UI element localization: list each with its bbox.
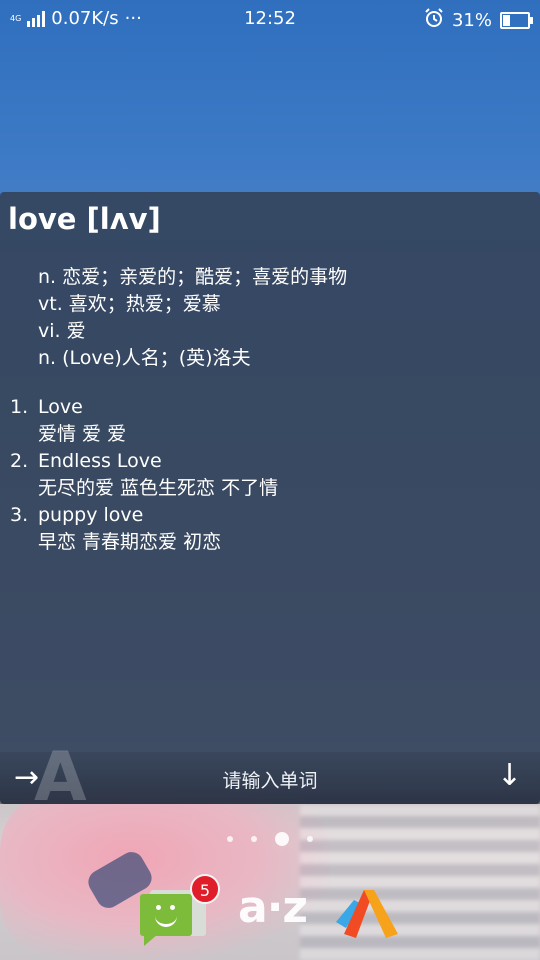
definition-item: n. 恋爱；亲爱的；酷爱；喜爱的事物	[38, 266, 348, 288]
example-translation: 早恋 青春期恋爱 初恋	[38, 531, 222, 553]
example-phrase: Love	[38, 396, 83, 418]
example-phrase: puppy love	[38, 504, 144, 526]
arrow-down-icon[interactable]: ↓	[497, 758, 522, 793]
example-number: 3.	[10, 504, 29, 526]
example-number: 1.	[10, 396, 29, 418]
word-input-bar[interactable]: A → 请输入单词 ↓	[0, 738, 540, 817]
page-dot-active	[275, 832, 289, 846]
status-bar: 4G 0.07K/s ··· 12:52 31%	[0, 0, 540, 38]
swiftkey-app-icon[interactable]	[334, 882, 402, 942]
dictionary-app-icon[interactable]: a·z	[238, 882, 308, 933]
definition-item: vi. 爱	[38, 320, 86, 342]
example-item: 2. Endless Love 无尽的爱 蓝色生死恋 不了情	[10, 448, 278, 502]
alarm-icon	[424, 8, 444, 33]
example-translation: 爱情 爱 爱	[38, 423, 127, 445]
definition-item: n. (Love)人名；(英)洛夫	[38, 347, 251, 369]
example-number: 2.	[10, 450, 29, 472]
example-phrase: Endless Love	[38, 450, 162, 472]
page-dot	[251, 836, 257, 842]
example-translation: 无尽的爱 蓝色生死恋 不了情	[38, 477, 279, 499]
example-item: 3. puppy love 早恋 青春期恋爱 初恋	[10, 502, 278, 556]
definitions-list: n. 恋爱；亲爱的；酷爱；喜爱的事物 vt. 喜欢；热爱；爱慕 vi. 爱 n.…	[38, 264, 347, 372]
page-indicator	[0, 832, 540, 846]
dictionary-widget[interactable]: love [lʌv] n. 恋爱；亲爱的；酷爱；喜爱的事物 vt. 喜欢；热爱；…	[0, 192, 540, 817]
messages-badge: 5	[190, 874, 220, 904]
battery-icon	[500, 12, 533, 29]
battery-percent: 31%	[451, 10, 492, 31]
headword: love [lʌv]	[8, 202, 161, 236]
definition-item: vt. 喜欢；热爱；爱慕	[38, 293, 221, 315]
page-dot	[307, 836, 313, 842]
page-dot	[227, 836, 233, 842]
examples-list: 1. Love 爱情 爱 爱 2. Endless Love 无尽的爱 蓝色生死…	[10, 394, 278, 556]
word-search-input[interactable]: 请输入单词	[0, 766, 540, 793]
example-item: 1. Love 爱情 爱 爱	[10, 394, 278, 448]
